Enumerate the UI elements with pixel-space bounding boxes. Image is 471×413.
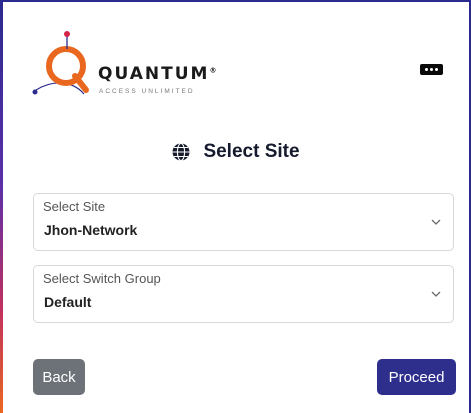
frame-left-border [0, 0, 3, 413]
menu-dot [435, 68, 438, 71]
proceed-button[interactable]: Proceed [377, 359, 456, 395]
select-switch-group-dropdown[interactable]: Select Switch Group Default [33, 265, 454, 323]
page-title-row: Select Site [0, 138, 471, 166]
select-switch-group-value: Default [44, 294, 92, 310]
brand-name: QUANTUM® [98, 64, 217, 84]
frame-top-border [0, 0, 471, 2]
chevron-down-icon[interactable] [430, 216, 442, 228]
globe-icon [172, 142, 190, 162]
select-site-dropdown[interactable]: Select Site Jhon-Network [33, 193, 454, 251]
select-site-label: Select Site [43, 199, 106, 214]
brand-tagline: ACCESS UNLIMITED [99, 88, 195, 95]
select-switch-group-label: Select Switch Group [43, 271, 161, 286]
chevron-down-icon[interactable] [430, 288, 442, 300]
select-site-value: Jhon-Network [44, 222, 138, 238]
page-title: Select Site [203, 141, 300, 162]
menu-dot [430, 68, 433, 71]
dialog-frame: QUANTUM® ACCESS UNLIMITED Select Site Se… [0, 0, 471, 413]
more-horizontal-icon[interactable] [420, 64, 443, 75]
menu-dot [425, 68, 428, 71]
back-button[interactable]: Back [33, 359, 85, 395]
